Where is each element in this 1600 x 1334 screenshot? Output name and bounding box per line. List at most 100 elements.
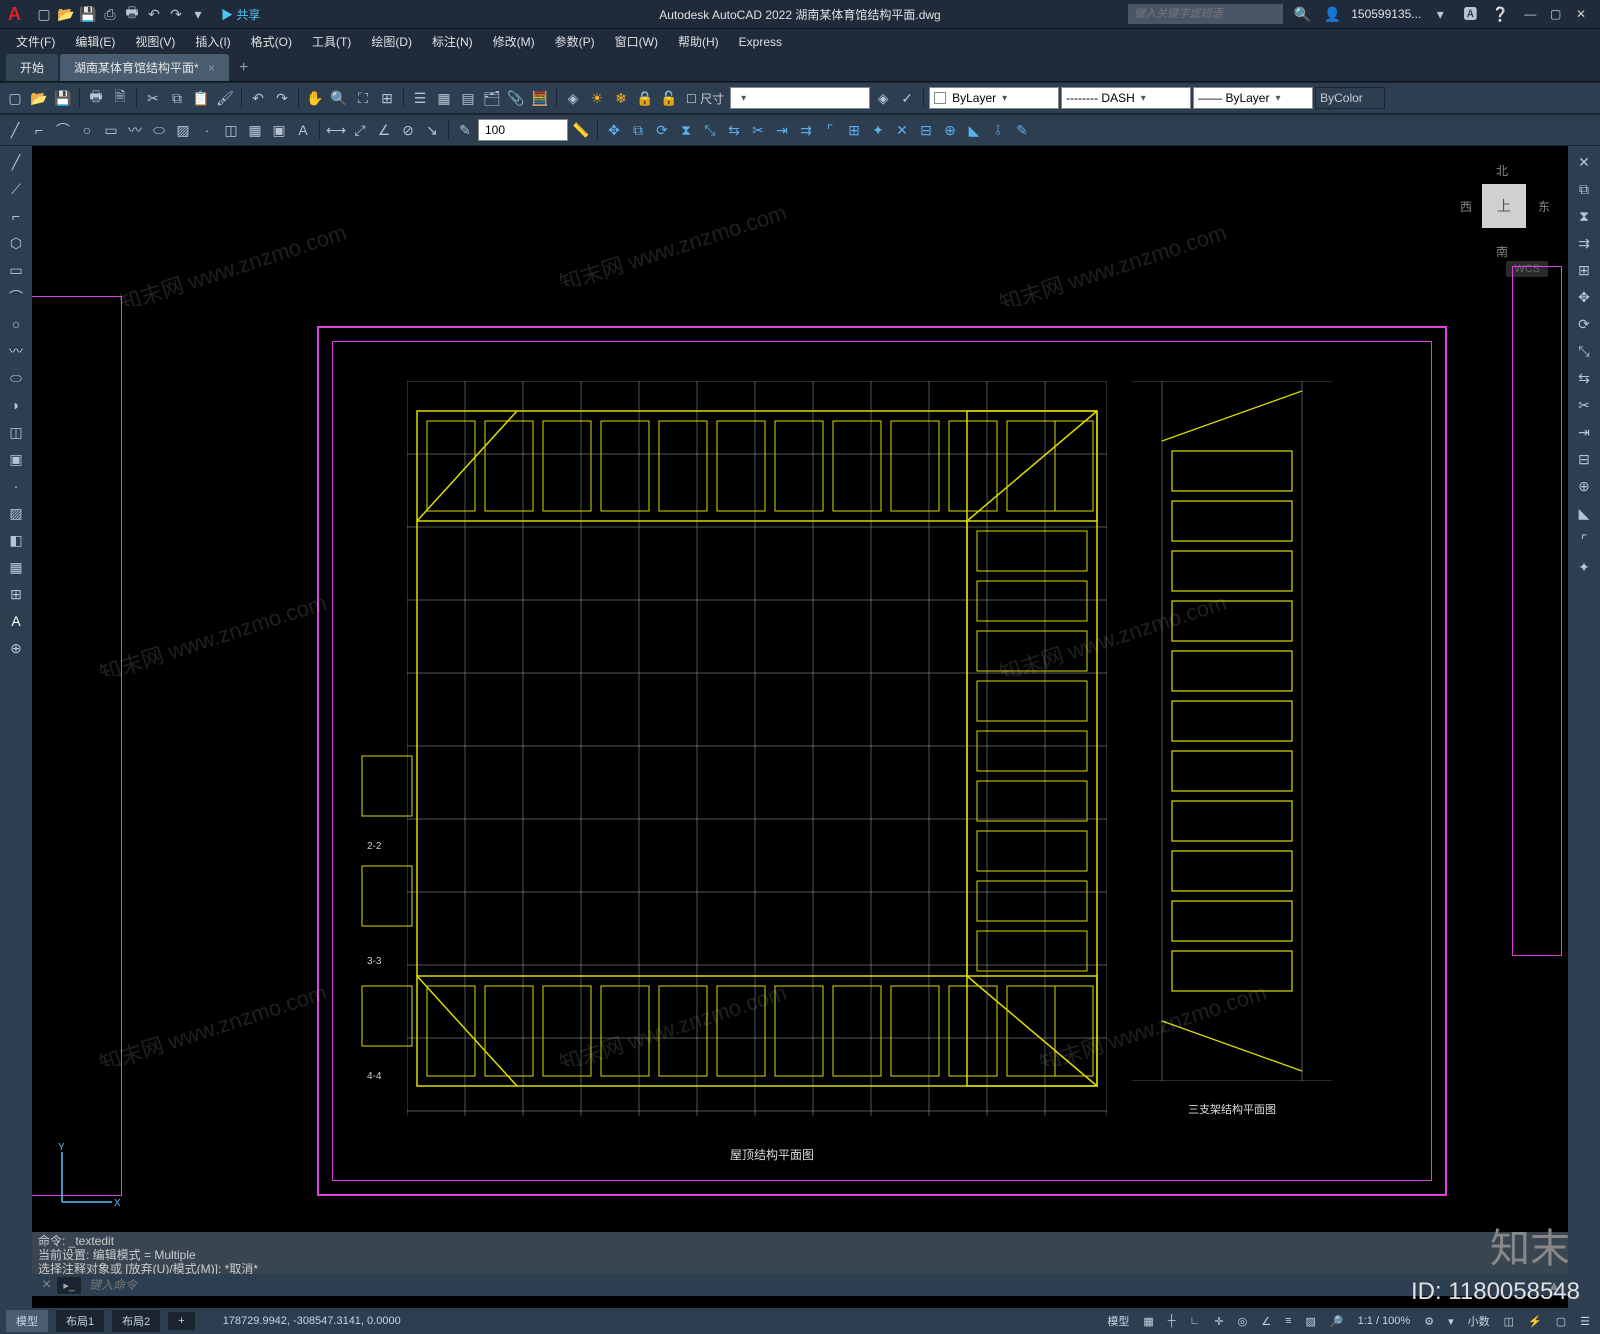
layerstate-sun-icon[interactable]: ☀: [586, 87, 608, 109]
array-icon[interactable]: ⊞: [843, 119, 865, 141]
explode-icon[interactable]: ✦: [867, 119, 889, 141]
command-input[interactable]: [81, 1278, 1544, 1292]
redo-icon[interactable]: ↷: [271, 87, 293, 109]
polyline-icon[interactable]: ⌐: [28, 119, 50, 141]
print-icon[interactable]: 🖶: [85, 87, 107, 109]
isoplane-icon[interactable]: ◫: [1500, 1313, 1518, 1330]
tab-start[interactable]: 开始: [6, 54, 58, 81]
trim-icon[interactable]: ✂: [747, 119, 769, 141]
spline-icon[interactable]: 〰: [124, 119, 146, 141]
table-tool-icon[interactable]: ▦: [244, 119, 266, 141]
rp-erase-icon[interactable]: ✕: [1572, 150, 1596, 174]
lp-insert-icon[interactable]: ◫: [4, 420, 28, 444]
rp-scale-icon[interactable]: ⤡: [1572, 339, 1596, 363]
viewcube[interactable]: 北 西 东 南 上: [1454, 156, 1554, 256]
menu-express[interactable]: Express: [729, 31, 792, 53]
tab-close-icon[interactable]: ×: [208, 61, 215, 75]
layout-tab-2[interactable]: 布局2: [112, 1310, 160, 1332]
menu-parametric[interactable]: 参数(P): [545, 29, 605, 54]
qat-undo-icon[interactable]: ↶: [145, 5, 163, 23]
menu-format[interactable]: 格式(O): [241, 29, 302, 54]
menu-edit[interactable]: 编辑(E): [65, 29, 125, 54]
lp-ellipse-icon[interactable]: ⬭: [4, 366, 28, 390]
paste-icon[interactable]: 📋: [190, 87, 212, 109]
point-icon[interactable]: ·: [196, 119, 218, 141]
rotate-icon[interactable]: ⟳: [651, 119, 673, 141]
align-icon[interactable]: ⫱: [987, 119, 1009, 141]
search-icon[interactable]: 🔍: [1291, 3, 1313, 25]
plotstyle-dropdown[interactable]: ByColor: [1315, 87, 1385, 109]
rp-chamfer-icon[interactable]: ◣: [1572, 501, 1596, 525]
scale-label[interactable]: 1:1 / 100%: [1354, 1313, 1415, 1329]
layer-match-icon[interactable]: ✓: [896, 87, 918, 109]
rp-mirror-icon[interactable]: ⧗: [1572, 204, 1596, 228]
mirror-icon[interactable]: ⧗: [675, 119, 697, 141]
region-icon[interactable]: ▣: [268, 119, 290, 141]
lp-gradient-icon[interactable]: ◧: [4, 528, 28, 552]
lp-region-icon[interactable]: ▦: [4, 555, 28, 579]
line-icon[interactable]: ╱: [4, 119, 26, 141]
transparency-toggle-icon[interactable]: ▨: [1302, 1313, 1320, 1330]
snap-toggle-icon[interactable]: ┼: [1164, 1313, 1180, 1329]
save-icon[interactable]: 💾: [52, 87, 74, 109]
lp-arc-icon[interactable]: ⌒: [4, 285, 28, 309]
lp-table-icon[interactable]: ⊞: [4, 582, 28, 606]
lp-addsel-icon[interactable]: ⊕: [4, 636, 28, 660]
modelspace-button[interactable]: 模型: [1103, 1311, 1133, 1331]
toolpalettes-icon[interactable]: ▤: [457, 87, 479, 109]
rp-copy-icon[interactable]: ⧉: [1572, 177, 1596, 201]
layout-tab-add[interactable]: +: [168, 1312, 194, 1330]
designcenter-icon[interactable]: ▦: [433, 87, 455, 109]
move-icon[interactable]: ✥: [603, 119, 625, 141]
markup-icon[interactable]: 📎: [505, 87, 527, 109]
lineweight-toggle-icon[interactable]: ≡: [1281, 1313, 1295, 1329]
a360-icon[interactable]: 🅰: [1459, 3, 1481, 25]
lp-ellipsearc-icon[interactable]: ◗: [4, 393, 28, 417]
rp-join-icon[interactable]: ⊕: [1572, 474, 1596, 498]
menu-modify[interactable]: 修改(M): [483, 29, 545, 54]
viewcube-east[interactable]: 东: [1538, 198, 1550, 215]
rectangle-icon[interactable]: ▭: [100, 119, 122, 141]
matchprop-icon[interactable]: 🖌: [214, 87, 236, 109]
annoscale-icon[interactable]: 🔎: [1326, 1313, 1348, 1330]
gear-icon[interactable]: ⚙: [1420, 1313, 1438, 1330]
layer-manager-icon[interactable]: ◈: [872, 87, 894, 109]
scale-tool-icon[interactable]: ⤡: [699, 119, 721, 141]
viewcube-west[interactable]: 西: [1460, 198, 1472, 215]
polar-toggle-icon[interactable]: ✛: [1210, 1313, 1227, 1330]
viewcube-north[interactable]: 北: [1496, 162, 1508, 179]
layout-tab-model[interactable]: 模型: [6, 1310, 48, 1332]
dim-radius-icon[interactable]: ⊘: [397, 119, 419, 141]
autodesk-app-icon[interactable]: ▾: [1429, 3, 1451, 25]
dim-leader-icon[interactable]: ↘: [421, 119, 443, 141]
copy-obj-icon[interactable]: ⧉: [627, 119, 649, 141]
fillet-icon[interactable]: ⌜: [819, 119, 841, 141]
layout-tab-1[interactable]: 布局1: [56, 1310, 104, 1332]
zoom-icon[interactable]: 🔍: [328, 87, 350, 109]
dim-aligned-icon[interactable]: ⤢: [349, 119, 371, 141]
help-icon[interactable]: ❔: [1489, 3, 1511, 25]
ortho-toggle-icon[interactable]: ∟: [1186, 1313, 1205, 1329]
text-tool-icon[interactable]: A: [292, 119, 314, 141]
rp-move-icon[interactable]: ✥: [1572, 285, 1596, 309]
zoom-window-icon[interactable]: ⛶: [352, 87, 374, 109]
erase-icon[interactable]: ✕: [891, 119, 913, 141]
qat-save-icon[interactable]: 💾: [79, 5, 97, 23]
help-search-input[interactable]: [1128, 4, 1283, 24]
qat-print-icon[interactable]: 🖶: [123, 5, 141, 23]
lp-rect-icon[interactable]: ▭: [4, 258, 28, 282]
qat-redo-icon[interactable]: ↷: [167, 5, 185, 23]
dim-linear-icon[interactable]: ⟷: [325, 119, 347, 141]
tab-new-icon[interactable]: +: [231, 55, 256, 81]
rp-stretch-icon[interactable]: ⇆: [1572, 366, 1596, 390]
tab-drawing[interactable]: 湖南某体育馆结构平面* ×: [60, 54, 229, 81]
menu-insert[interactable]: 插入(I): [185, 29, 240, 54]
color-dropdown[interactable]: ByLayer▾: [929, 87, 1059, 109]
customize-icon[interactable]: ☰: [1576, 1313, 1594, 1330]
offset-icon[interactable]: ⇉: [795, 119, 817, 141]
join-icon[interactable]: ⊕: [939, 119, 961, 141]
extend-icon[interactable]: ⇥: [771, 119, 793, 141]
lineweight-dropdown[interactable]: —— ByLayer▾: [1193, 87, 1313, 109]
measure-icon[interactable]: 📏: [570, 119, 592, 141]
lp-line-icon[interactable]: ╱: [4, 150, 28, 174]
